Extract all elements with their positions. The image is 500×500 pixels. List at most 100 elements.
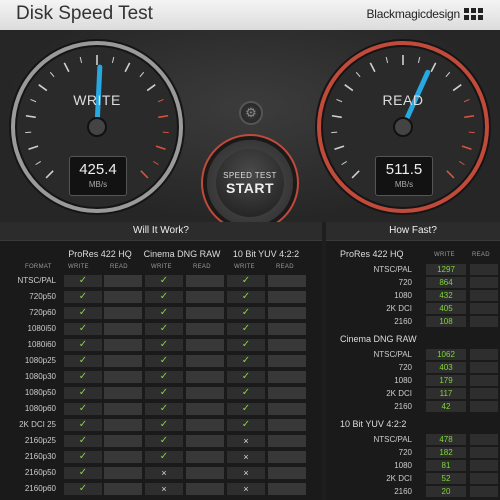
how-fast-write-value: 864 [426,277,466,288]
how-fast-write-value: 182 [426,447,466,458]
how-fast-write-value: 1297 [426,264,466,275]
check-icon: ✓ [145,419,183,431]
check-icon: ✓ [64,291,102,303]
how-fast-write-value: 179 [426,375,466,386]
how-fast-row-label: NTSC/PAL [373,265,412,274]
read-cell [186,371,224,383]
how-fast-read-value [470,316,498,327]
check-icon: ✓ [64,371,102,383]
read-cell [268,451,306,463]
how-fast-read-value [470,362,498,373]
how-fast-write-value: 20 [426,486,466,497]
check-icon: ✓ [145,275,183,287]
read-cell [268,275,306,287]
codec-header-cdng: Cinema DNG RAW [143,249,221,259]
how-fast-read-value [470,375,498,386]
check-icon: ✓ [64,419,102,431]
settings-gear-icon[interactable]: ⚙ [239,101,263,125]
how-fast-write-value: 108 [426,316,466,327]
how-fast-write-value: 478 [426,434,466,445]
cdng-write-header: WRITE [151,264,172,270]
check-icon: ✓ [64,467,102,479]
format-col-header: FORMAT [25,264,52,270]
prores-write-header: WRITE [68,264,89,270]
read-cell [268,419,306,431]
how-fast-row-label: 720 [398,278,412,287]
read-cell [268,387,306,399]
how-fast-row-label: 2160 [394,487,412,496]
format-label: 1080p60 [24,404,56,413]
write-gauge-label: WRITE [73,92,121,108]
how-fast-row-label: NTSC/PAL [373,350,412,359]
read-cell [186,483,224,495]
format-label: 1080i60 [27,340,56,349]
how-fast-row-label: 1080 [394,376,412,385]
read-cell [104,291,142,303]
how-fast-read-value [470,290,498,301]
read-cell [268,339,306,351]
how-fast-read-value [470,473,498,484]
table-row: 1080p30 ✓ ✓ ✓ [0,370,322,384]
check-icon: ✓ [145,355,183,367]
read-cell [104,451,142,463]
check-icon: ✓ [227,323,265,335]
format-label: 2160p60 [24,484,56,493]
format-label: 720p50 [29,292,56,301]
table-row: 2160p50 ✓ × × [0,466,322,480]
read-cell [268,467,306,479]
yuv-write-header: WRITE [234,264,255,270]
read-cell [268,307,306,319]
check-icon: ✓ [227,275,265,287]
read-unit: MB/s [394,180,414,189]
how-fast-row-label: 720 [398,363,412,372]
how-fast-row-label: NTSC/PAL [373,435,412,444]
check-icon: ✓ [145,307,183,319]
how-fast-read-value [470,401,498,412]
table-row: 720p50 ✓ ✓ ✓ [0,290,322,304]
how-fast-write-value: 81 [426,460,466,471]
how-fast-read-value [470,349,498,360]
check-icon: ✓ [64,403,102,415]
read-cell [186,355,224,367]
will-it-work-panel: Will It Work? ProRes 422 HQ Cinema DNG R… [0,222,322,500]
start-button-face[interactable]: SPEED TEST START [216,149,284,217]
check-icon: ✓ [64,339,102,351]
table-row: 1080p60 ✓ ✓ ✓ [0,402,322,416]
format-label: 1080p25 [24,356,56,365]
how-fast-write-value: 42 [426,401,466,412]
how-fast-section-title: 10 Bit YUV 4:2:2 [340,419,407,429]
write-value-box: 425.4 MB/s [69,156,127,196]
cross-icon: × [145,467,183,479]
read-cell [268,403,306,415]
check-icon: ✓ [64,435,102,447]
table-row: 1080p25 ✓ ✓ ✓ [0,354,322,368]
how-fast-section-title: ProRes 422 HQ [340,249,404,259]
brand-squares-icon [464,8,488,20]
table-row: 2160p30 ✓ ✓ × [0,450,322,464]
how-fast-row-label: 720 [398,448,412,457]
check-icon: ✓ [145,291,183,303]
check-icon: ✓ [145,435,183,447]
read-cell [104,275,142,287]
how-fast-row-label: 1080 [394,291,412,300]
cdng-read-header: READ [193,264,211,270]
read-cell [104,371,142,383]
read-cell [268,371,306,383]
check-icon: ✓ [64,451,102,463]
table-row: 2160p60 ✓ × × [0,482,322,496]
how-fast-write-value: 1062 [426,349,466,360]
check-icon: ✓ [227,419,265,431]
format-label: 2160p50 [24,468,56,477]
format-label: NTSC/PAL [17,276,56,285]
read-cell [104,387,142,399]
table-row: 1080p50 ✓ ✓ ✓ [0,386,322,400]
table-row: 720p60 ✓ ✓ ✓ [0,306,322,320]
read-cell [186,323,224,335]
start-button[interactable]: SPEED TEST START [207,140,293,226]
table-row: 1080i60 ✓ ✓ ✓ [0,338,322,352]
how-fast-read-value [470,277,498,288]
check-icon: ✓ [145,451,183,463]
how-fast-row-label: 2K DCI [386,474,412,483]
check-icon: ✓ [145,339,183,351]
read-cell [104,355,142,367]
